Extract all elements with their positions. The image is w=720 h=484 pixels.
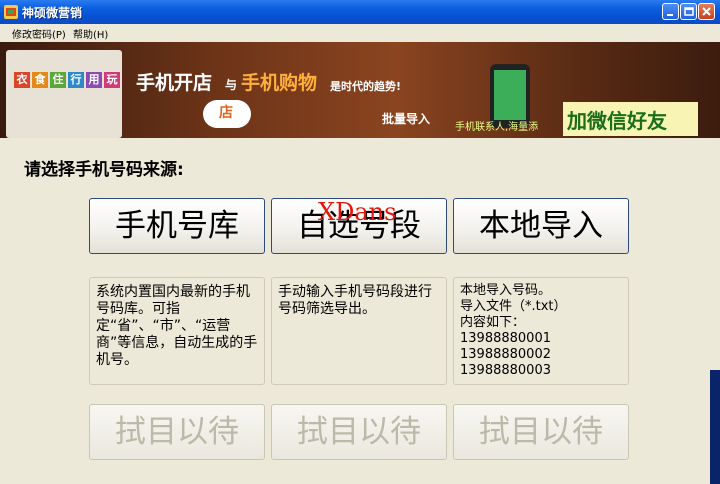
maximize-icon [684,7,694,16]
category-housing: 住 [50,72,66,88]
title-bar[interactable]: 神硕微营销 [0,0,720,24]
close-icon [702,7,711,16]
category-travel: 行 [68,72,84,88]
window-title: 神硕微营销 [22,6,83,20]
slogan-and: 与 [225,78,238,92]
coming-soon-button-3: 拭目以待 [453,404,629,460]
source-prompt: 请选择手机号码来源: [24,160,184,180]
close-button[interactable] [698,3,715,20]
category-use: 用 [86,72,102,88]
promo-banner: 衣食住行用玩 手机开店 与 手机购物 是时代的趋势! 店 批量导入 手机联系人,… [0,42,720,138]
app-window: 神硕微营销 修改密码(P) 帮助(H) 衣食住行用玩 手机开店 与 手机购物 是… [0,0,720,484]
menu-bar: 修改密码(P) 帮助(H) [0,24,720,42]
batch-import-text: 批量导入 [382,112,431,126]
minimize-button[interactable] [662,3,679,20]
custom-segment-description: 手动输入手机号码段进行号码筛选导出。 [271,277,447,385]
local-import-button[interactable]: 本地导入 [453,198,629,254]
category-play: 玩 [104,72,120,88]
category-food: 食 [32,72,48,88]
phone-screen [494,70,526,120]
slogan-mobile-shopping: 手机购物 [241,72,318,94]
watermark-text: XDans [318,198,397,226]
menu-help[interactable]: 帮助(H) [73,26,108,41]
cloud-shop-label: 店 [219,105,233,121]
category-clothing: 衣 [14,72,30,88]
desktop-edge [710,370,720,484]
slogan-trend: 是时代的趋势! [330,80,402,93]
shop-screenshot [6,50,122,138]
maximize-button[interactable] [680,3,697,20]
app-icon [4,5,18,19]
local-import-description: 本地导入号码。 导入文件（*.txt） 内容如下： 13988880001 13… [453,277,629,385]
contacts-text: 手机联系人,海量添 [455,122,539,133]
menu-change-password[interactable]: 修改密码(P) [12,26,66,41]
add-wechat-friends-text: 加微信好友 [567,109,667,133]
coming-soon-button-2: 拭目以待 [271,404,447,460]
phone-library-button[interactable]: 手机号库 [89,198,265,254]
category-row: 衣食住行用玩 [14,68,122,88]
minimize-icon [667,14,673,16]
slogan-mobile-shop: 手机开店 [136,72,213,94]
coming-soon-button-1: 拭目以待 [89,404,265,460]
phone-library-description: 系统内置国内最新的手机号码库。可指定“省”、“市”、“运营商”等信息，自动生成的… [89,277,265,385]
